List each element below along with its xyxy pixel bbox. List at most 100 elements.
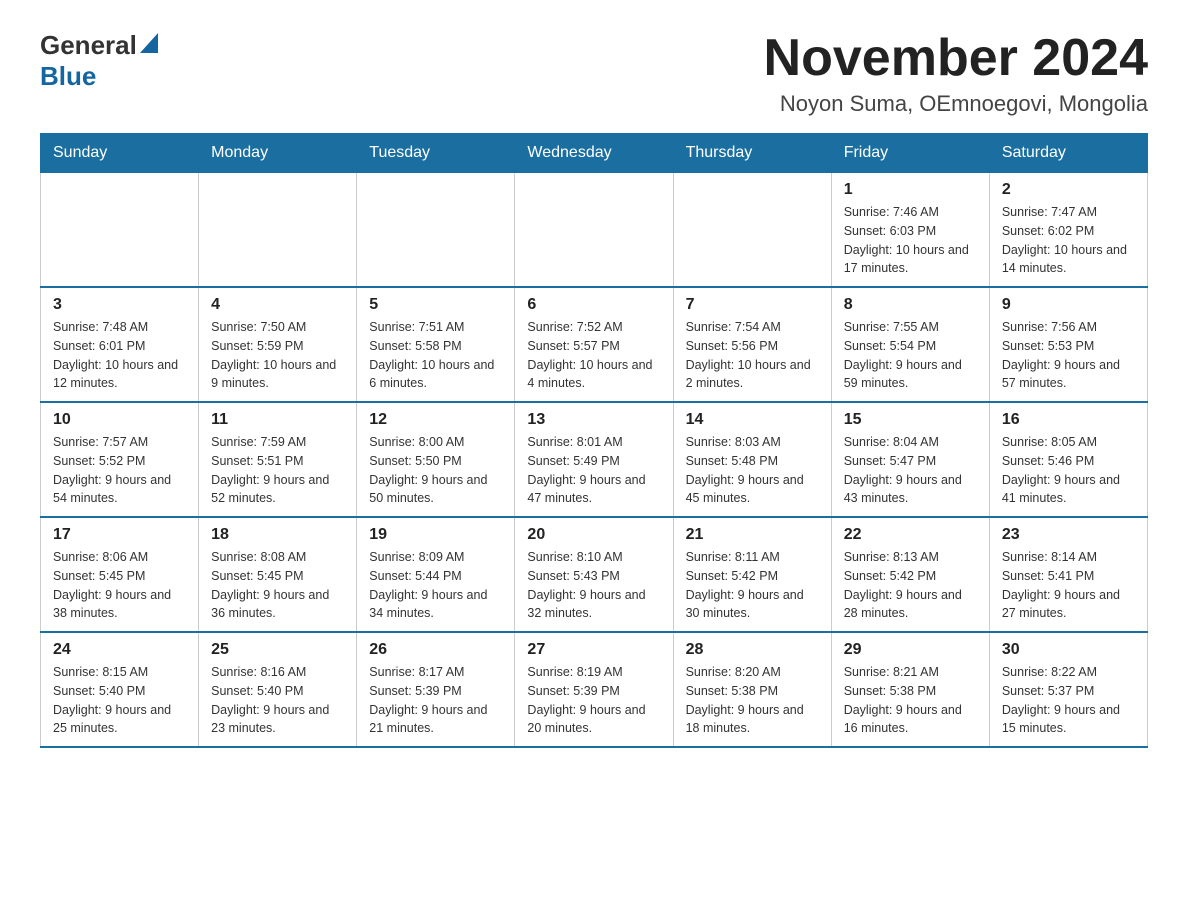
calendar-week-row: 1 Sunrise: 7:46 AMSunset: 6:03 PMDaylight… <box>41 173 1148 288</box>
day-info: Sunrise: 7:57 AMSunset: 5:52 PMDaylight:… <box>53 433 186 508</box>
day-number: 27 <box>527 641 660 659</box>
day-number: 4 <box>211 296 344 314</box>
day-number: 13 <box>527 411 660 429</box>
weekday-header-tuesday: Tuesday <box>357 134 515 173</box>
day-number: 30 <box>1002 641 1135 659</box>
day-number: 20 <box>527 526 660 544</box>
day-info: Sunrise: 8:14 AMSunset: 5:41 PMDaylight:… <box>1002 548 1135 623</box>
calendar-cell: 27 Sunrise: 8:19 AMSunset: 5:39 PMDayligh… <box>515 632 673 747</box>
calendar-cell: 11 Sunrise: 7:59 AMSunset: 5:51 PMDayligh… <box>199 402 357 517</box>
calendar-cell <box>673 173 831 288</box>
day-info: Sunrise: 7:52 AMSunset: 5:57 PMDaylight:… <box>527 318 660 393</box>
calendar-cell <box>515 173 673 288</box>
day-number: 21 <box>686 526 819 544</box>
logo-triangle-icon <box>140 33 158 58</box>
weekday-header-thursday: Thursday <box>673 134 831 173</box>
day-number: 25 <box>211 641 344 659</box>
calendar-cell: 28 Sunrise: 8:20 AMSunset: 5:38 PMDayligh… <box>673 632 831 747</box>
calendar-cell: 9 Sunrise: 7:56 AMSunset: 5:53 PMDaylight… <box>989 287 1147 402</box>
calendar-cell: 20 Sunrise: 8:10 AMSunset: 5:43 PMDayligh… <box>515 517 673 632</box>
day-info: Sunrise: 8:15 AMSunset: 5:40 PMDaylight:… <box>53 663 186 738</box>
day-info: Sunrise: 8:08 AMSunset: 5:45 PMDaylight:… <box>211 548 344 623</box>
calendar-cell <box>199 173 357 288</box>
day-info: Sunrise: 8:20 AMSunset: 5:38 PMDaylight:… <box>686 663 819 738</box>
day-info: Sunrise: 8:06 AMSunset: 5:45 PMDaylight:… <box>53 548 186 623</box>
weekday-header-saturday: Saturday <box>989 134 1147 173</box>
calendar-cell: 13 Sunrise: 8:01 AMSunset: 5:49 PMDayligh… <box>515 402 673 517</box>
weekday-header-monday: Monday <box>199 134 357 173</box>
day-number: 16 <box>1002 411 1135 429</box>
calendar-cell: 3 Sunrise: 7:48 AMSunset: 6:01 PMDaylight… <box>41 287 199 402</box>
day-info: Sunrise: 8:22 AMSunset: 5:37 PMDaylight:… <box>1002 663 1135 738</box>
day-number: 12 <box>369 411 502 429</box>
calendar-cell: 16 Sunrise: 8:05 AMSunset: 5:46 PMDayligh… <box>989 402 1147 517</box>
day-info: Sunrise: 8:11 AMSunset: 5:42 PMDaylight:… <box>686 548 819 623</box>
day-info: Sunrise: 8:01 AMSunset: 5:49 PMDaylight:… <box>527 433 660 508</box>
day-info: Sunrise: 7:55 AMSunset: 5:54 PMDaylight:… <box>844 318 977 393</box>
calendar-cell: 14 Sunrise: 8:03 AMSunset: 5:48 PMDayligh… <box>673 402 831 517</box>
month-title: November 2024 <box>764 30 1148 87</box>
logo: General Blue <box>40 30 158 92</box>
day-number: 3 <box>53 296 186 314</box>
weekday-header-sunday: Sunday <box>41 134 199 173</box>
day-info: Sunrise: 8:19 AMSunset: 5:39 PMDaylight:… <box>527 663 660 738</box>
calendar-cell: 19 Sunrise: 8:09 AMSunset: 5:44 PMDayligh… <box>357 517 515 632</box>
day-info: Sunrise: 8:00 AMSunset: 5:50 PMDaylight:… <box>369 433 502 508</box>
day-info: Sunrise: 8:16 AMSunset: 5:40 PMDaylight:… <box>211 663 344 738</box>
day-info: Sunrise: 8:05 AMSunset: 5:46 PMDaylight:… <box>1002 433 1135 508</box>
calendar-cell: 6 Sunrise: 7:52 AMSunset: 5:57 PMDaylight… <box>515 287 673 402</box>
day-info: Sunrise: 7:50 AMSunset: 5:59 PMDaylight:… <box>211 318 344 393</box>
day-number: 28 <box>686 641 819 659</box>
title-section: November 2024 Noyon Suma, OEmnoegovi, Mo… <box>764 30 1148 117</box>
page-header: General Blue November 2024 Noyon Suma, O… <box>40 30 1148 117</box>
calendar-cell: 15Sunrise: 8:04 AMSunset: 5:47 PMDayligh… <box>831 402 989 517</box>
day-number: 19 <box>369 526 502 544</box>
calendar-week-row: 10 Sunrise: 7:57 AMSunset: 5:52 PMDayligh… <box>41 402 1148 517</box>
logo-blue-text: Blue <box>40 61 96 92</box>
calendar-cell: 24 Sunrise: 8:15 AMSunset: 5:40 PMDayligh… <box>41 632 199 747</box>
day-info: Sunrise: 7:56 AMSunset: 5:53 PMDaylight:… <box>1002 318 1135 393</box>
day-number: 18 <box>211 526 344 544</box>
calendar-cell: 12 Sunrise: 8:00 AMSunset: 5:50 PMDayligh… <box>357 402 515 517</box>
location-title: Noyon Suma, OEmnoegovi, Mongolia <box>764 91 1148 117</box>
weekday-header-friday: Friday <box>831 134 989 173</box>
calendar-cell: 8 Sunrise: 7:55 AMSunset: 5:54 PMDaylight… <box>831 287 989 402</box>
day-number: 9 <box>1002 296 1135 314</box>
calendar-cell <box>357 173 515 288</box>
day-number: 23 <box>1002 526 1135 544</box>
day-number: 11 <box>211 411 344 429</box>
day-number: 29 <box>844 641 977 659</box>
calendar-cell: 1 Sunrise: 7:46 AMSunset: 6:03 PMDaylight… <box>831 173 989 288</box>
day-info: Sunrise: 8:17 AMSunset: 5:39 PMDaylight:… <box>369 663 502 738</box>
day-number: 2 <box>1002 181 1135 199</box>
day-info: Sunrise: 7:59 AMSunset: 5:51 PMDaylight:… <box>211 433 344 508</box>
day-number: 5 <box>369 296 502 314</box>
day-number: 1 <box>844 181 977 199</box>
day-number: 6 <box>527 296 660 314</box>
day-number: 15 <box>844 411 977 429</box>
calendar-week-row: 3 Sunrise: 7:48 AMSunset: 6:01 PMDaylight… <box>41 287 1148 402</box>
day-info: Sunrise: 8:13 AMSunset: 5:42 PMDaylight:… <box>844 548 977 623</box>
day-info: Sunrise: 8:10 AMSunset: 5:43 PMDaylight:… <box>527 548 660 623</box>
logo-general-text: General <box>40 30 137 61</box>
calendar-cell: 30 Sunrise: 8:22 AMSunset: 5:37 PMDayligh… <box>989 632 1147 747</box>
day-number: 10 <box>53 411 186 429</box>
day-info: Sunrise: 7:46 AMSunset: 6:03 PMDaylight:… <box>844 203 977 278</box>
calendar-cell: 22Sunrise: 8:13 AMSunset: 5:42 PMDayligh… <box>831 517 989 632</box>
calendar-cell: 5Sunrise: 7:51 AMSunset: 5:58 PMDaylight… <box>357 287 515 402</box>
day-number: 8 <box>844 296 977 314</box>
weekday-header-wednesday: Wednesday <box>515 134 673 173</box>
calendar-cell: 4 Sunrise: 7:50 AMSunset: 5:59 PMDaylight… <box>199 287 357 402</box>
day-info: Sunrise: 8:09 AMSunset: 5:44 PMDaylight:… <box>369 548 502 623</box>
calendar-cell: 23 Sunrise: 8:14 AMSunset: 5:41 PMDayligh… <box>989 517 1147 632</box>
day-number: 17 <box>53 526 186 544</box>
calendar-cell <box>41 173 199 288</box>
day-info: Sunrise: 8:03 AMSunset: 5:48 PMDaylight:… <box>686 433 819 508</box>
calendar-cell: 18 Sunrise: 8:08 AMSunset: 5:45 PMDayligh… <box>199 517 357 632</box>
calendar-week-row: 17 Sunrise: 8:06 AMSunset: 5:45 PMDayligh… <box>41 517 1148 632</box>
day-info: Sunrise: 8:21 AMSunset: 5:38 PMDaylight:… <box>844 663 977 738</box>
day-number: 14 <box>686 411 819 429</box>
day-number: 24 <box>53 641 186 659</box>
calendar-cell: 25 Sunrise: 8:16 AMSunset: 5:40 PMDayligh… <box>199 632 357 747</box>
day-info: Sunrise: 7:48 AMSunset: 6:01 PMDaylight:… <box>53 318 186 393</box>
